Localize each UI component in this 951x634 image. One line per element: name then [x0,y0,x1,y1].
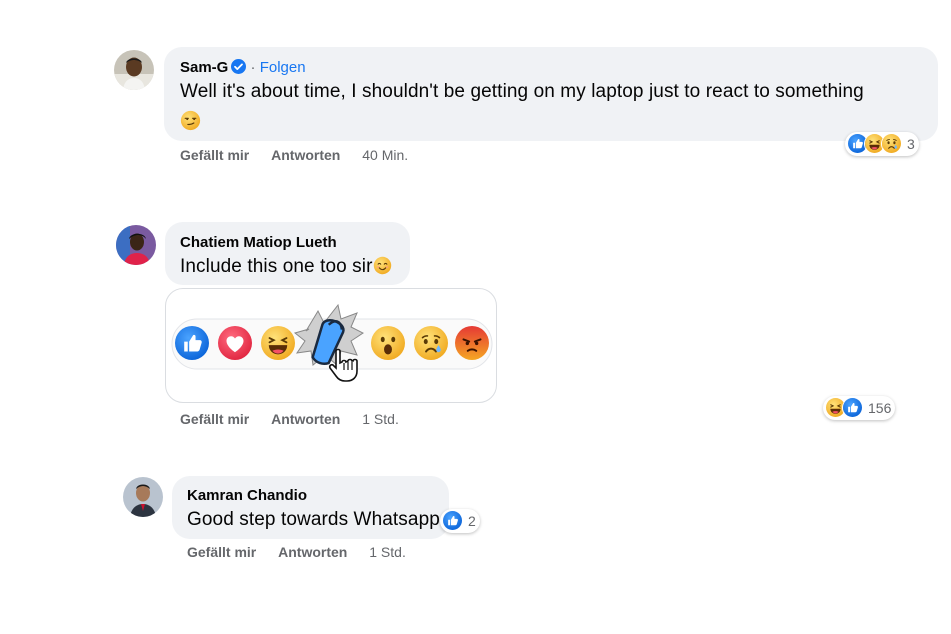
angry-icon [455,326,489,360]
reaction-count: 156 [868,400,892,416]
comment-actions: Gefällt mir Antworten 1 Std. [187,544,406,560]
smile-emoji-icon [373,256,392,275]
sad-icon [414,326,448,360]
comment-actions: Gefällt mir Antworten 40 Min. [180,147,408,163]
avatar[interactable] [123,477,163,517]
verified-badge-icon [231,59,247,74]
reply-button[interactable]: Antworten [271,147,340,163]
follow-link[interactable]: Folgen [260,59,306,76]
like-button[interactable]: Gefällt mir [187,544,256,560]
reply-button[interactable]: Antworten [271,411,340,427]
comment-timestamp[interactable]: 40 Min. [362,147,408,163]
like-icon [175,326,209,360]
comment-text: Well it's about time, I shouldn't be get… [180,81,864,102]
smirk-emoji-icon [180,110,201,131]
comment-text: Include this one too sir [180,256,392,278]
reaction-count: 2 [468,513,476,529]
comment-author: Kamran Chandio [187,487,307,504]
comment-author: Chatiem Matiop Lueth [180,234,337,251]
author-name[interactable]: Sam-G [180,59,228,76]
wow-icon [371,326,405,360]
like-button[interactable]: Gefällt mir [180,411,249,427]
author-name[interactable]: Kamran Chandio [187,487,307,504]
comment-text-content: Include this one too sir [180,256,373,277]
reaction-summary[interactable]: 2 [440,509,480,533]
reaction-summary[interactable]: 3 [845,132,919,156]
comment-actions: Gefällt mir Antworten 1 Std. [180,411,399,427]
comment-timestamp[interactable]: 1 Std. [369,544,406,560]
reaction-summary[interactable]: 156 [823,396,896,420]
comment-attachment-image[interactable] [165,288,497,403]
comment-timestamp[interactable]: 1 Std. [362,411,399,427]
separator: · [250,59,256,76]
haha-icon [261,326,295,360]
avatar[interactable] [116,225,156,265]
love-icon [218,326,252,360]
like-icon [442,510,464,532]
author-name[interactable]: Chatiem Matiop Lueth [180,234,337,251]
like-button[interactable]: Gefällt mir [180,147,249,163]
comment-text: Good step towards Whatsapp [187,509,440,530]
sad-icon [881,133,903,155]
comment-author: Sam-G · Folgen [180,59,306,76]
like-icon [842,397,864,419]
avatar[interactable] [114,50,154,90]
reply-button[interactable]: Antworten [278,544,347,560]
reaction-count: 3 [907,136,915,152]
